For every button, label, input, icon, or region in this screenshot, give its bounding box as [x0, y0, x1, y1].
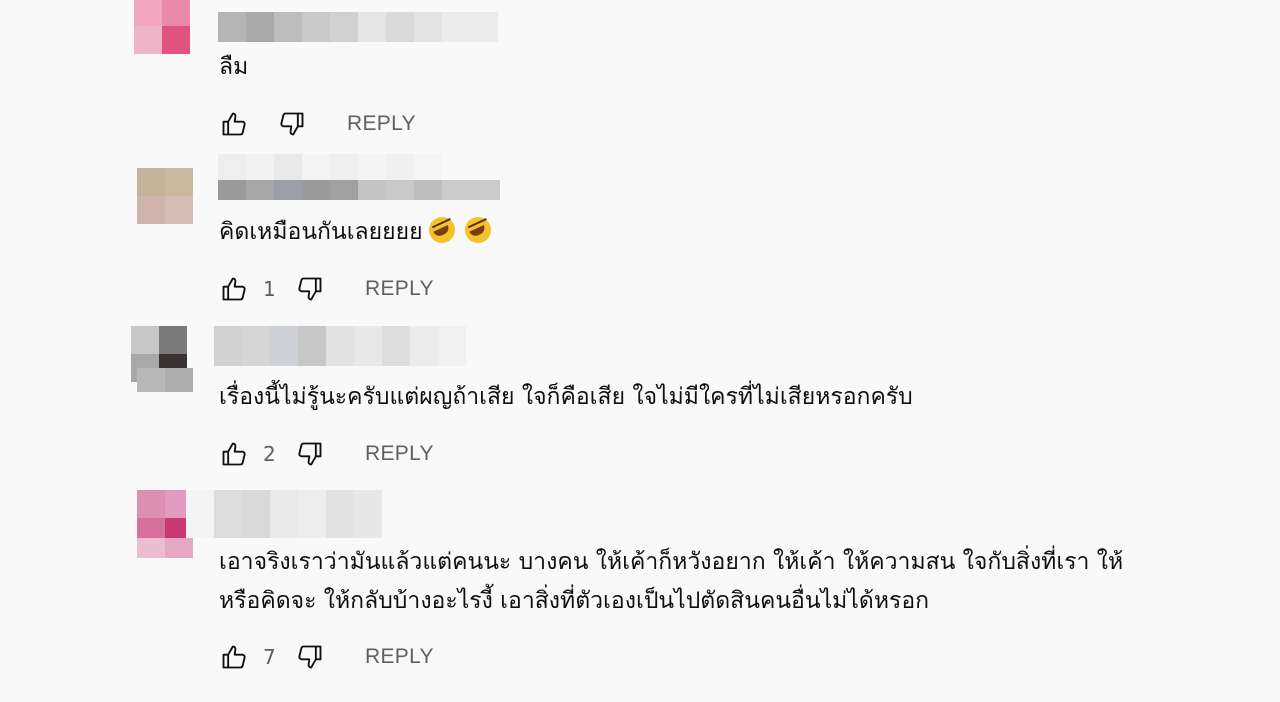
reply-button[interactable]: REPLY [365, 645, 434, 669]
avatar-pixel [131, 326, 159, 354]
avatar-pixel [137, 368, 193, 392]
author-name-blurred[interactable] [186, 490, 382, 538]
comment-text: คิดเหมือนกันเลยยยย [219, 215, 491, 249]
comment-text: เรื่องนี้ไม่รู้นะครับแต่ผญถ้าเสีย ใจก็คื… [219, 384, 913, 410]
dislike-icon[interactable] [295, 642, 325, 672]
like-icon[interactable] [219, 439, 249, 469]
avatar-pixel [137, 168, 165, 196]
dislike-icon[interactable] [295, 274, 325, 304]
comment-text-line-2: หรือคิดจะ ให้กลับบ้างอะไรงี้ เอาสิ่งที่ต… [219, 588, 930, 614]
reply-button[interactable]: REPLY [365, 442, 434, 466]
avatar-pixel [162, 0, 190, 26]
avatar-pixel [134, 0, 162, 26]
like-count: 7 [263, 645, 276, 669]
rofl-emoji-icon [428, 217, 455, 243]
comment-action-bar: 7 REPLY [219, 639, 434, 675]
avatar[interactable] [134, 0, 190, 54]
author-name-blurred[interactable] [218, 154, 500, 200]
like-icon[interactable] [219, 109, 249, 139]
avatar[interactable] [137, 168, 193, 224]
avatar-pixel [137, 196, 165, 224]
dislike-icon[interactable] [295, 439, 325, 469]
avatar-pixel [159, 326, 187, 354]
author-name-blurred[interactable] [218, 12, 498, 42]
avatar-pixel [134, 26, 162, 54]
author-name-blurred[interactable] [214, 326, 466, 366]
like-icon[interactable] [219, 274, 249, 304]
avatar-pixel [137, 490, 165, 518]
avatar-pixel [162, 26, 190, 54]
avatar-pixel [165, 168, 193, 196]
avatar-pixel [137, 538, 193, 558]
comment-text: ลืม [219, 54, 249, 80]
like-count: 1 [263, 277, 276, 301]
reply-button[interactable]: REPLY [365, 277, 434, 301]
avatar-pixel [165, 196, 193, 224]
comment-action-bar: 2 REPLY [219, 436, 434, 472]
comment-action-bar: 1 REPLY [219, 271, 434, 307]
reply-button[interactable]: REPLY [347, 112, 416, 136]
dislike-icon[interactable] [277, 109, 307, 139]
rofl-emoji-icon [464, 217, 491, 243]
comment-action-bar: REPLY [219, 106, 416, 142]
comment-text-line-1: เอาจริงเราว่ามันแล้วแต่คนนะ บางคน ให้เค้… [219, 549, 1124, 575]
comment-text-body: คิดเหมือนกันเลยยยย [219, 219, 423, 245]
like-count: 2 [263, 442, 276, 466]
like-icon[interactable] [219, 642, 249, 672]
